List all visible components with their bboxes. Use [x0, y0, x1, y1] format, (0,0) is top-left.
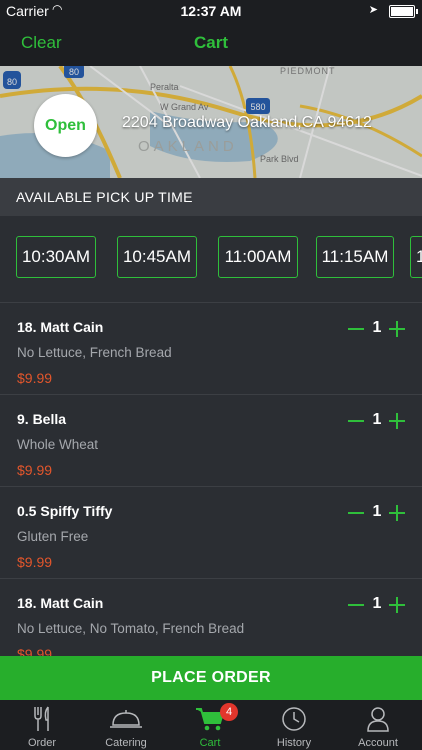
pickup-header: AVAILABLE PICK UP TIME: [0, 178, 422, 216]
cart-item: 0.5 Spiffy Tiffy Gluten Free $9.99 1: [0, 486, 422, 579]
location-arrow-icon: ➤: [368, 4, 378, 16]
pickup-time-option[interactable]: 10:30AM: [16, 236, 96, 278]
item-name: 18. Matt Cain: [17, 319, 104, 335]
decrease-quantity-button[interactable]: [346, 595, 366, 615]
pickup-time-option[interactable]: 10:45AM: [117, 236, 197, 278]
decrease-quantity-button[interactable]: [346, 411, 366, 431]
history-icon: [252, 705, 336, 733]
decrease-quantity-button[interactable]: [346, 503, 366, 523]
item-price: $9.99: [17, 462, 53, 478]
increase-quantity-button[interactable]: [387, 411, 407, 431]
person-icon: [336, 705, 420, 733]
increase-quantity-button[interactable]: [387, 503, 407, 523]
cart-item: 18. Matt Cain No Lettuce, French Bread $…: [0, 302, 422, 395]
store-address: 2204 Broadway Oakland,CA 94612: [122, 114, 372, 131]
place-order-button[interactable]: PLACE ORDER: [0, 656, 422, 700]
tab-catering[interactable]: Catering: [84, 700, 168, 750]
item-options: No Lettuce, French Bread: [17, 345, 172, 360]
status-time: 12:37 AM: [180, 3, 242, 19]
tab-label: Cart: [199, 737, 221, 749]
pickup-time-option[interactable]: 11:00AM: [218, 236, 298, 278]
pickup-header-label: AVAILABLE PICK UP TIME: [16, 189, 193, 205]
tab-history[interactable]: History: [252, 700, 336, 750]
tab-label: History: [276, 737, 312, 749]
item-price: $9.99: [17, 370, 53, 386]
increase-quantity-button[interactable]: [387, 319, 407, 339]
nav-bar: Clear Cart: [0, 22, 422, 66]
item-quantity: 1: [372, 503, 382, 520]
tab-label: Order: [27, 737, 57, 749]
tab-account[interactable]: Account: [336, 700, 420, 750]
page-title: Cart: [193, 33, 228, 52]
pickup-time-option[interactable]: 11:15AM: [316, 236, 394, 278]
item-quantity: 1: [372, 411, 382, 428]
item-options: Whole Wheat: [17, 437, 99, 452]
pickup-time-option[interactable]: 1: [410, 236, 422, 278]
item-quantity: 1: [372, 319, 382, 336]
tab-bar: Order Catering Cart 4 History Account: [0, 700, 422, 750]
decrease-quantity-button[interactable]: [346, 319, 366, 339]
item-price: $9.99: [17, 554, 53, 570]
fork-knife-icon: [0, 705, 84, 733]
cloche-icon: [84, 705, 168, 733]
status-bar: Carrier ◠ 12:37 AM ➤: [0, 0, 422, 22]
increase-quantity-button[interactable]: [387, 595, 407, 615]
tab-label: Catering: [105, 737, 147, 749]
cart-item: 9. Bella Whole Wheat $9.99 1: [0, 394, 422, 487]
cart-icon: [168, 705, 252, 733]
item-name: 9. Bella: [17, 411, 67, 427]
tab-label: Account: [358, 737, 398, 749]
item-options: No Lettuce, No Tomato, French Bread: [17, 621, 245, 636]
pickup-time-list[interactable]: 10:30AM 10:45AM 11:00AM 11:15AM 1: [0, 216, 422, 302]
item-quantity: 1: [372, 595, 382, 612]
store-open-badge: Open: [34, 94, 97, 157]
cart-count-badge: 4: [220, 703, 238, 721]
tab-order[interactable]: Order: [0, 700, 84, 750]
tab-cart[interactable]: Cart: [168, 700, 252, 750]
item-options: Gluten Free: [17, 529, 89, 544]
battery-icon: [389, 5, 418, 18]
item-name: 18. Matt Cain: [17, 595, 104, 611]
item-name: 0.5 Spiffy Tiffy: [17, 503, 113, 519]
